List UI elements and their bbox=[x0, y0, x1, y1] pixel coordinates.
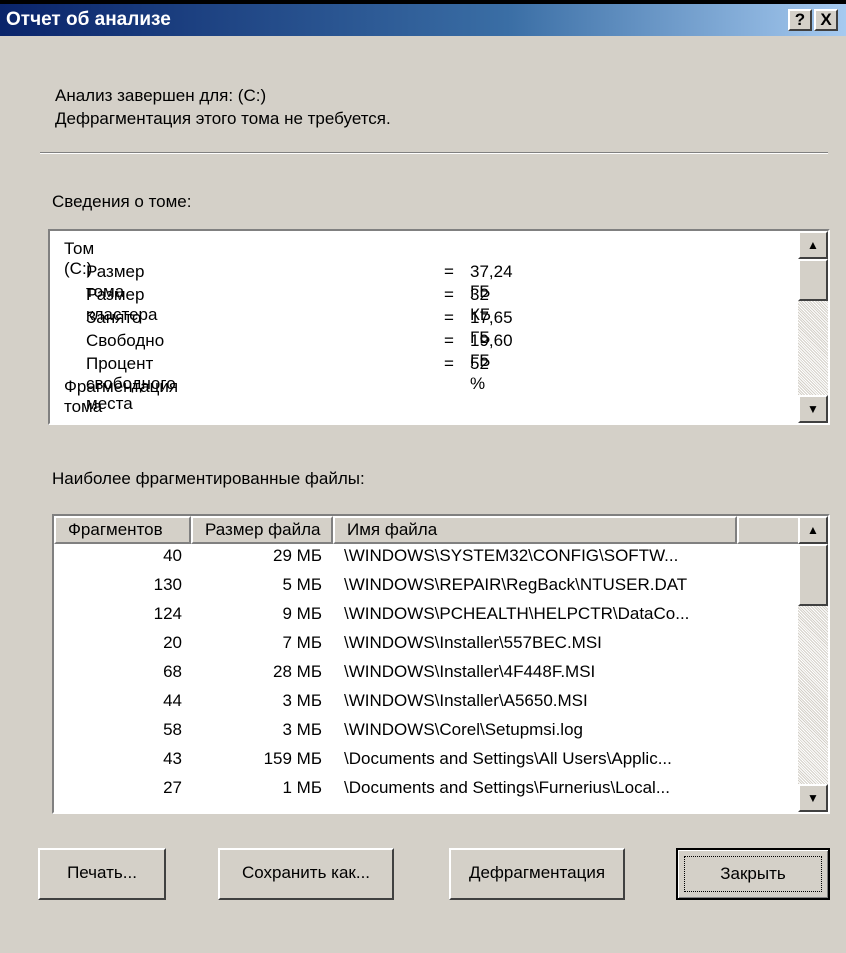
volume-info-key: Занято bbox=[86, 308, 142, 327]
cell-file-size: 159 МБ bbox=[263, 749, 322, 768]
dialog-body: Анализ завершен для: (C:) Дефрагментация… bbox=[0, 36, 846, 953]
volume-info-key: Свободно bbox=[86, 331, 165, 350]
defragment-button-label: Дефрагментация bbox=[468, 863, 606, 882]
save-as-button[interactable]: Сохранить как... bbox=[218, 848, 394, 900]
table-row[interactable]: 130 5 МБ \WINDOWS\REPAIR\RegBack\NTUSER.DA… bbox=[54, 575, 800, 604]
save-as-button-label: Сохранить как... bbox=[241, 863, 371, 882]
cell-file-size: 5 МБ bbox=[282, 575, 323, 594]
volume-info-eq: = bbox=[444, 285, 454, 304]
cell-file-size: 28 МБ bbox=[273, 662, 322, 681]
column-header-fragments[interactable]: Фрагментов bbox=[54, 516, 191, 544]
cell-file-name: \WINDOWS\Corel\Setupmsi.log bbox=[344, 720, 583, 739]
scroll-thumb[interactable] bbox=[798, 544, 828, 606]
cell-file-name: \WINDOWS\SYSTEM32\CONFIG\SOFTW... bbox=[344, 546, 679, 565]
close-button-label: Закрыть bbox=[684, 856, 822, 892]
table-row[interactable]: 27 1 МБ \Documents and Settings\Furnerius\… bbox=[54, 778, 800, 807]
table-row[interactable]: 68 28 МБ \WINDOWS\Installer\4F448F.MSI bbox=[54, 662, 800, 691]
table-row[interactable]: 124 9 МБ \WINDOWS\PCHEALTH\HELPCTR\DataCo.… bbox=[54, 604, 800, 633]
help-button[interactable]: ? bbox=[788, 9, 812, 31]
table-row[interactable]: 58 3 МБ \WINDOWS\Corel\Setupmsi.log bbox=[54, 720, 800, 749]
volume-info-eq: = bbox=[444, 354, 454, 373]
cell-file-name: \WINDOWS\PCHEALTH\HELPCTR\DataCo... bbox=[344, 604, 690, 623]
volume-info-eq: = bbox=[444, 262, 454, 281]
print-button[interactable]: Печать... bbox=[38, 848, 166, 900]
column-header-empty bbox=[737, 516, 800, 544]
volume-info-eq: = bbox=[444, 331, 454, 350]
table-row[interactable]: 20 7 МБ \WINDOWS\Installer\557BEC.MSI bbox=[54, 633, 800, 662]
volume-info-scrollbar[interactable]: ▲ ▼ bbox=[798, 231, 828, 423]
scroll-thumb[interactable] bbox=[798, 259, 828, 301]
table-row[interactable]: 44 3 МБ \WINDOWS\Installer\A5650.MSI bbox=[54, 691, 800, 720]
cell-file-size: 3 МБ bbox=[282, 720, 323, 739]
window-title: Отчет об анализе bbox=[6, 9, 171, 30]
files-label: Наиболее фрагментированные файлы: bbox=[52, 469, 365, 488]
cell-file-name: \Documents and Settings\All Users\Applic… bbox=[344, 749, 672, 768]
print-button-label: Печать... bbox=[67, 863, 137, 882]
cell-file-size: 9 МБ bbox=[282, 604, 323, 623]
title-bar: Отчет об анализе ? X bbox=[0, 4, 846, 36]
cell-file-name: \WINDOWS\Installer\557BEC.MSI bbox=[344, 633, 602, 652]
files-scrollbar[interactable]: ▲ ▼ bbox=[798, 516, 828, 812]
volume-info-label: Сведения о томе: bbox=[52, 192, 192, 211]
column-header-file-size[interactable]: Размер файла bbox=[191, 516, 333, 544]
defragment-button[interactable]: Дефрагментация bbox=[449, 848, 625, 900]
separator bbox=[40, 152, 828, 154]
table-row[interactable]: 40 29 МБ \WINDOWS\SYSTEM32\CONFIG\SOFTW... bbox=[54, 546, 800, 575]
cell-file-name: \WINDOWS\Installer\4F448F.MSI bbox=[344, 662, 596, 681]
cell-file-name: \WINDOWS\REPAIR\RegBack\NTUSER.DAT bbox=[344, 575, 688, 594]
volume-info-key: Фрагментация тома bbox=[64, 377, 179, 416]
cell-file-size: 3 МБ bbox=[282, 691, 323, 710]
volume-info-value: 52 % bbox=[470, 354, 489, 393]
status-line-2: Дефрагментация этого тома не требуется. bbox=[55, 109, 391, 128]
scroll-up-button[interactable]: ▲ bbox=[798, 231, 828, 259]
cell-file-size: 7 МБ bbox=[282, 633, 323, 652]
cell-file-name: \Documents and Settings\Furnerius\Local.… bbox=[344, 778, 670, 797]
close-button[interactable]: Закрыть bbox=[676, 848, 830, 900]
cell-file-size: 29 МБ bbox=[273, 546, 322, 565]
cell-file-size: 1 МБ bbox=[282, 778, 323, 797]
volume-info-list[interactable]: Том (C:) Размер тома = 37,24 ГБ Размер класт… bbox=[48, 229, 830, 425]
column-header-file-name[interactable]: Имя файла bbox=[333, 516, 737, 544]
table-row[interactable]: 43 159 МБ \Documents and Settings\All User… bbox=[54, 749, 800, 778]
scroll-down-button[interactable]: ▼ bbox=[798, 784, 828, 812]
close-window-button[interactable]: X bbox=[814, 9, 838, 31]
volume-info-eq: = bbox=[444, 308, 454, 327]
cell-file-name: \WINDOWS\Installer\A5650.MSI bbox=[344, 691, 588, 710]
scroll-up-button[interactable]: ▲ bbox=[798, 516, 828, 544]
status-line-1: Анализ завершен для: (C:) bbox=[55, 86, 267, 105]
fragmented-files-table[interactable]: Фрагментов Размер файла Имя файла 40 29 М… bbox=[52, 514, 830, 814]
scroll-down-button[interactable]: ▼ bbox=[798, 395, 828, 423]
